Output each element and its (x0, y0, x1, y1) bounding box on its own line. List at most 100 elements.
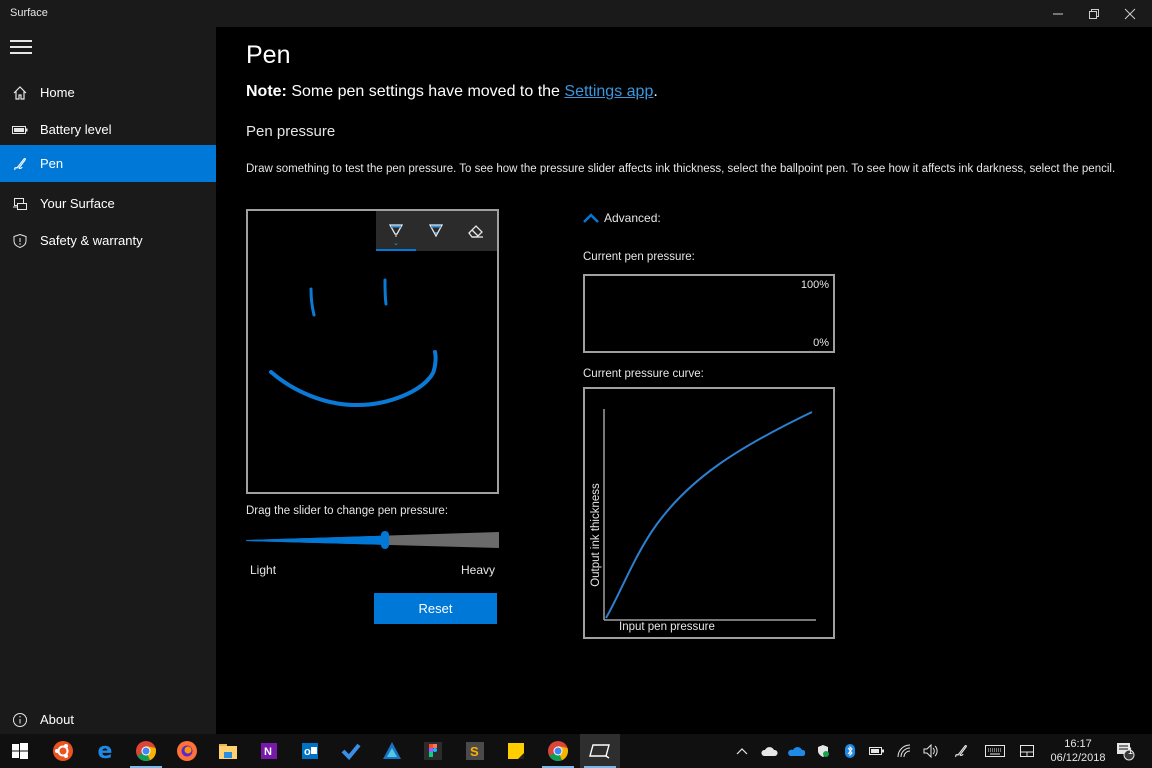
taskbar-app-affinity[interactable] (372, 734, 412, 768)
taskbar-app-todo[interactable] (331, 734, 371, 768)
settings-app-link[interactable]: Settings app (564, 83, 653, 100)
close-button[interactable] (1112, 0, 1148, 27)
ink-drawing (269, 278, 438, 408)
ubuntu-icon (53, 741, 73, 761)
pressure-max-label: 100% (800, 279, 829, 291)
battery-icon (869, 747, 884, 755)
tray-defender[interactable] (812, 734, 834, 768)
chrome-icon (136, 741, 156, 761)
affinity-icon (383, 742, 401, 759)
defender-icon (818, 745, 829, 757)
pressure-min-label: 0% (813, 337, 829, 349)
tray-touch-keyboard[interactable] (982, 734, 1008, 768)
taskbar-app-sublime[interactable]: S (455, 734, 495, 768)
ink-stroke-smile (269, 350, 438, 408)
wifi-icon (897, 744, 911, 758)
clock-date: 06/12/2018 (1050, 752, 1106, 764)
current-pressure-meter: 100% 0% (583, 274, 835, 353)
tray-wifi[interactable] (893, 734, 915, 768)
pen-icon (0, 156, 40, 172)
sticky-notes-icon (508, 743, 524, 759)
pen-pressure-slider[interactable] (246, 527, 499, 553)
tray-pen[interactable] (950, 734, 972, 768)
tray-tablet-mode[interactable] (1016, 734, 1038, 768)
advanced-toggle[interactable]: Advanced: (582, 211, 661, 225)
sidebar-item-your-surface[interactable]: Your Surface (0, 185, 216, 222)
chevron-up-icon (736, 748, 748, 755)
taskbar-app-firefox[interactable] (167, 734, 207, 768)
settings-note: Note: Some pen settings have moved to th… (246, 83, 658, 101)
pressure-curve-graph: Output ink thickness Input pen pressure (583, 387, 835, 639)
hamburger-icon (10, 40, 32, 42)
battery-icon (0, 122, 40, 138)
chevron-up-icon (583, 213, 599, 223)
taskbar-app-chrome-2[interactable] (538, 734, 578, 768)
tray-cloud-sync[interactable] (758, 734, 780, 768)
note-text: Some pen settings have moved to the (286, 83, 565, 100)
firefox-icon (177, 741, 197, 761)
sidebar-item-label: Home (40, 85, 75, 100)
sidebar-item-label: Your Surface (40, 196, 115, 211)
ink-stroke-left-eye (309, 287, 316, 317)
slider-max-label: Heavy (461, 563, 496, 577)
sidebar-item-home[interactable]: Home (0, 74, 216, 111)
sublime-icon: S (466, 742, 484, 760)
taskbar-app-file-explorer[interactable] (208, 734, 248, 768)
taskbar-app-chrome[interactable] (126, 734, 166, 768)
app-title: Surface (10, 7, 48, 19)
tray-battery[interactable] (866, 734, 888, 768)
start-button[interactable] (0, 734, 40, 768)
sidebar-item-pen[interactable]: Pen (0, 145, 216, 182)
taskbar-app-surface[interactable] (580, 734, 620, 768)
taskbar-app-figma[interactable] (413, 734, 453, 768)
svg-text:N: N (264, 746, 272, 758)
chevron-down-icon: ⌄ (393, 240, 399, 247)
close-icon (1124, 8, 1136, 19)
sidebar-item-label: Safety & warranty (40, 233, 143, 248)
show-hidden-icons-button[interactable] (732, 734, 752, 768)
action-center-button[interactable]: 1 (1114, 734, 1138, 768)
taskbar-app-ubuntu[interactable] (43, 734, 83, 768)
curve-x-label: Input pen pressure (619, 621, 715, 633)
windows-icon (12, 743, 28, 759)
taskbar-app-edge[interactable]: e (85, 734, 125, 768)
eraser-tool[interactable] (456, 211, 496, 251)
tray-volume[interactable] (920, 734, 942, 768)
volume-icon (923, 744, 938, 758)
edge-icon: e (97, 738, 113, 764)
folder-icon (219, 744, 237, 759)
hamburger-icon-line (10, 52, 32, 54)
taskbar-app-sticky-notes[interactable] (496, 734, 536, 768)
info-icon (0, 712, 40, 728)
sidebar-item-safety-warranty[interactable]: Safety & warranty (0, 222, 216, 259)
sidebar-item-about[interactable]: About (0, 701, 216, 738)
devices-icon (0, 196, 40, 212)
taskbar-app-outlook[interactable]: o (290, 734, 330, 768)
sidebar-item-label: Battery level (40, 122, 112, 137)
restore-button[interactable] (1076, 0, 1112, 27)
onedrive-icon (788, 747, 805, 756)
hamburger-menu-button[interactable] (10, 40, 32, 56)
section-title: Pen pressure (246, 123, 336, 140)
note-suffix: . (653, 83, 658, 100)
onenote-icon: N (261, 743, 277, 759)
ballpoint-pen-tool[interactable]: ⌄ (376, 211, 416, 251)
slider-thumb[interactable] (381, 531, 389, 549)
minimize-button[interactable] (1040, 0, 1076, 27)
main-content: Pen Note: Some pen settings have moved t… (216, 27, 1152, 734)
tray-bluetooth[interactable] (839, 734, 861, 768)
note-prefix: Note: (246, 83, 287, 100)
ink-canvas[interactable]: ⌄ (246, 209, 499, 494)
taskbar-clock[interactable]: 16:17 06/12/2018 (1046, 737, 1110, 765)
sidebar-item-battery-level[interactable]: Battery level (0, 111, 216, 148)
pencil-tool[interactable] (416, 211, 456, 251)
bluetooth-icon (845, 744, 855, 758)
tray-onedrive[interactable] (785, 734, 807, 768)
reset-button[interactable]: Reset (374, 593, 497, 624)
tablet-mode-icon (1020, 745, 1034, 757)
taskbar-app-onenote[interactable]: N (249, 734, 289, 768)
pressure-curve-line (605, 411, 813, 619)
slider-fill (246, 535, 385, 545)
pen-icon (955, 745, 967, 758)
chrome-icon (548, 741, 568, 761)
